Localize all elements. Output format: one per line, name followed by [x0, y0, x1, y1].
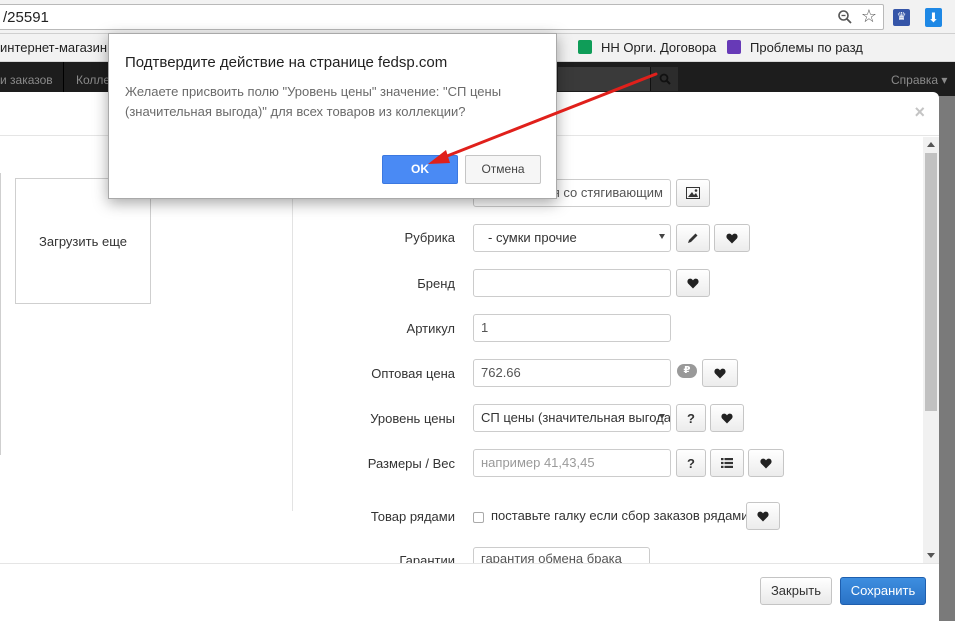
- google-forms-icon: [727, 40, 741, 54]
- heart-icon: [726, 233, 738, 243]
- close-button[interactable]: Закрыть: [760, 577, 832, 605]
- favorite-price-button[interactable]: [702, 359, 738, 387]
- favorite-price-level-button[interactable]: [710, 404, 744, 432]
- heart-icon: [721, 413, 733, 423]
- column-divider: [292, 193, 293, 511]
- rows-checkbox[interactable]: [473, 512, 484, 523]
- ok-button[interactable]: OK: [382, 155, 458, 184]
- nav-help-menu[interactable]: Справка ▾: [891, 73, 947, 87]
- heart-icon: [760, 458, 772, 468]
- heart-icon: [714, 368, 726, 378]
- modal-footer: Закрыть Сохранить: [0, 563, 939, 621]
- bookmark-star-icon[interactable]: ☆: [861, 6, 877, 26]
- chevron-down-icon: [659, 234, 665, 239]
- nav-item-orders[interactable]: и заказов: [0, 73, 53, 87]
- rubric-label: Рубрика: [404, 230, 455, 245]
- chevron-down-icon: [659, 414, 665, 419]
- guarantee-input[interactable]: гарантия обмена брака: [473, 547, 650, 563]
- address-bar-area: /25591 ☆ ♛ ⬇: [0, 0, 955, 34]
- rows-label: Товар рядами: [370, 509, 455, 524]
- nav-search-input[interactable]: [558, 67, 650, 91]
- picture-icon: [686, 187, 700, 199]
- price-level-select[interactable]: СП цены (значительная выгода): [473, 404, 671, 432]
- scroll-thumb[interactable]: [925, 153, 937, 411]
- nav-search-button[interactable]: [650, 67, 678, 91]
- search-icon: [659, 73, 671, 85]
- favorite-rubric-button[interactable]: [714, 224, 750, 252]
- nav-item-collections[interactable]: Колле: [76, 73, 110, 87]
- wholesale-price-input[interactable]: 762.66: [473, 359, 671, 387]
- download-extension-icon[interactable]: ⬇: [925, 8, 942, 27]
- guarantee-label: Гарантии: [399, 553, 455, 563]
- zoom-icon[interactable]: [837, 9, 853, 25]
- brand-input[interactable]: [473, 269, 671, 297]
- google-sheets-icon: [578, 40, 592, 54]
- extension-crown-icon[interactable]: ♛: [893, 9, 910, 26]
- save-button[interactable]: Сохранить: [840, 577, 926, 605]
- rows-checkbox-text: поставьте галку если сбор заказов рядами: [491, 508, 749, 523]
- bookmark-internet-shop[interactable]: интернет-магазин: [0, 40, 107, 55]
- scroll-up-icon[interactable]: [927, 142, 935, 147]
- ruble-currency-icon: ₽: [677, 364, 697, 378]
- modal-body: Загрузить еще ая со стягивающим Рубрика …: [0, 137, 939, 563]
- edit-rubric-button[interactable]: [676, 224, 710, 252]
- favorite-rows-button[interactable]: [746, 502, 780, 530]
- scroll-down-icon[interactable]: [927, 553, 935, 558]
- modal-scrollbar[interactable]: [923, 137, 939, 563]
- bookmark-nn-orgs[interactable]: НН Орги. Договора: [578, 40, 716, 55]
- article-label: Артикул: [406, 321, 455, 336]
- sizes-input[interactable]: например 41,43,45: [473, 449, 671, 477]
- rubric-select[interactable]: - сумки прочие: [473, 224, 671, 252]
- cancel-button[interactable]: Отмена: [465, 155, 541, 184]
- wholesale-price-label: Оптовая цена: [371, 366, 455, 381]
- nav-divider: [63, 62, 64, 96]
- sizes-help-button[interactable]: ?: [676, 449, 706, 477]
- sizes-list-button[interactable]: [710, 449, 744, 477]
- sizes-label: Размеры / Вес: [367, 456, 455, 471]
- list-icon: [721, 458, 733, 468]
- pencil-icon: [688, 233, 698, 243]
- heart-icon: [757, 511, 769, 521]
- confirm-message: Желаете присвоить полю "Уровень цены" зн…: [125, 84, 502, 119]
- image-button[interactable]: [676, 179, 710, 207]
- bookmark-problems[interactable]: Проблемы по разд: [727, 40, 863, 55]
- confirm-title: Подтвердите действие на странице fedsp.c…: [125, 54, 448, 71]
- url-text: /25591: [3, 9, 49, 26]
- close-icon[interactable]: ×: [914, 103, 925, 121]
- favorite-sizes-button[interactable]: [748, 449, 784, 477]
- heart-icon: [687, 278, 699, 288]
- price-level-label: Уровень цены: [370, 411, 455, 426]
- url-field[interactable]: /25591 ☆: [0, 4, 884, 30]
- favorite-brand-button[interactable]: [676, 269, 710, 297]
- gallery-frame: [0, 173, 1, 455]
- price-level-help-button[interactable]: ?: [676, 404, 706, 432]
- article-input[interactable]: 1: [473, 314, 671, 342]
- confirm-dialog: Подтвердите действие на странице fedsp.c…: [108, 33, 557, 199]
- brand-label: Бренд: [417, 276, 455, 291]
